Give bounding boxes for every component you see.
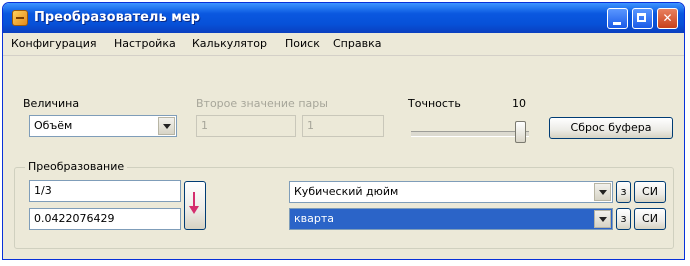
precision-label: Точность	[408, 97, 461, 110]
window-title: Преобразователь мер	[34, 10, 200, 25]
menu-calculator[interactable]: Калькулятор	[192, 37, 267, 50]
input-value-field[interactable]: 1/3	[29, 180, 181, 202]
disabled-field-2: 1	[302, 115, 384, 137]
precision-slider-thumb[interactable]	[515, 121, 526, 143]
from-unit-si-button[interactable]: СИ	[634, 181, 666, 203]
from-unit-value: Кубический дюйм	[294, 185, 399, 198]
converter-window: Преобразователь мер ✕ Конфигурация Настр…	[2, 2, 685, 260]
title-bar: Преобразователь мер ✕	[3, 3, 684, 33]
swap-arrow-icon	[189, 192, 199, 214]
menu-settings[interactable]: Настройка	[114, 37, 176, 50]
output-value-field[interactable]: 0.0422076429	[29, 208, 181, 230]
swap-button[interactable]	[184, 181, 206, 230]
conversion-group-label: Преобразование	[25, 160, 128, 173]
menu-configuration[interactable]: Конфигурация	[11, 37, 97, 50]
maximize-icon[interactable]	[632, 8, 653, 29]
to-unit-select[interactable]: кварта	[289, 208, 613, 230]
from-unit-small-button[interactable]: з	[616, 181, 631, 203]
minimize-icon[interactable]	[607, 8, 628, 29]
menu-help[interactable]: Справка	[333, 37, 381, 50]
precision-value: 10	[512, 97, 526, 110]
quantity-label: Величина	[23, 97, 80, 110]
reset-buffer-button[interactable]: Сброс буфера	[549, 117, 673, 139]
from-unit-select[interactable]: Кубический дюйм	[289, 181, 613, 203]
quantity-select-value: Объём	[34, 119, 73, 132]
chevron-down-icon[interactable]	[158, 117, 175, 135]
menu-bar: Конфигурация Настройка Калькулятор Поиск…	[3, 33, 684, 56]
disabled-field-1: 1	[196, 115, 296, 137]
precision-slider-track[interactable]	[411, 131, 529, 137]
chevron-down-icon[interactable]	[594, 183, 611, 201]
menu-search[interactable]: Поиск	[285, 37, 320, 50]
quantity-select[interactable]: Объём	[29, 115, 177, 137]
to-unit-si-button[interactable]: СИ	[634, 208, 666, 230]
to-unit-small-button[interactable]: з	[616, 208, 631, 230]
close-icon[interactable]: ✕	[657, 8, 678, 29]
app-icon[interactable]	[12, 10, 28, 26]
to-unit-value: кварта	[294, 212, 334, 225]
chevron-down-icon[interactable]	[594, 210, 611, 228]
second-value-label: Второе значение пары	[196, 97, 328, 110]
